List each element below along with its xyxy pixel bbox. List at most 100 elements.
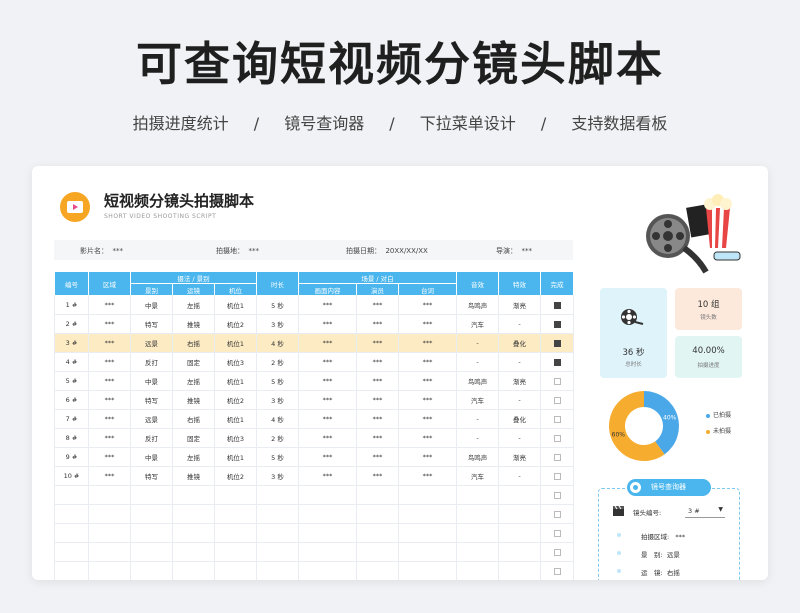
table-row: 4 # *** 反打 固定 机位3 2 秒 *** *** *** - -: [54, 352, 574, 372]
table-cell-empty: [54, 504, 89, 524]
table-cell-effect: -: [498, 428, 541, 448]
table-cell-empty: [54, 542, 89, 562]
duration-value: 36 秒: [622, 348, 645, 358]
checkbox-unchecked[interactable]: [553, 472, 561, 480]
meta-location: 拍摄地： ***: [216, 247, 259, 255]
table-cell-empty: [214, 561, 257, 580]
checkbox-checked[interactable]: [553, 339, 561, 347]
table-cell-sound: 鸟鸣声: [456, 447, 499, 467]
table-cell-empty: [298, 504, 357, 524]
table-cell-effect: -: [498, 314, 541, 334]
table-cell-empty: [214, 523, 257, 543]
feature-1: 拍摄进度统计: [132, 114, 229, 133]
feature-2: 镜号查询器: [284, 114, 365, 133]
table-cell-line: ***: [398, 390, 457, 410]
table-cell-actor: ***: [356, 466, 399, 486]
shot-number-select[interactable]: 3 # ▼: [685, 504, 725, 518]
table-cell-empty: [256, 542, 299, 562]
table-cell-content: ***: [298, 428, 357, 448]
table-cell-done: [540, 466, 574, 486]
table-cell-line: ***: [398, 333, 457, 353]
table-cell-empty: [214, 504, 257, 524]
chevron-down-icon[interactable]: ▼: [718, 506, 723, 513]
header-group-scene: 场景 / 对白: [298, 271, 457, 284]
table-cell-area: ***: [88, 409, 131, 429]
table-cell-id: 9 #: [54, 447, 89, 467]
table-cell-empty: [298, 561, 357, 580]
table-cell-effect: -: [498, 466, 541, 486]
table-cell-done: [540, 295, 574, 315]
checkbox-unchecked[interactable]: [553, 491, 561, 499]
table-cell-empty: [540, 504, 574, 524]
table-cell-move: 固定: [172, 428, 215, 448]
table-cell-empty: [298, 542, 357, 562]
header-content: 画面内容: [298, 283, 357, 296]
meta-director: 导演： ***: [496, 247, 532, 255]
checkbox-unchecked[interactable]: [553, 415, 561, 423]
table-cell-area: ***: [88, 428, 131, 448]
header-group-camera: 摄法 / 景别: [130, 271, 257, 284]
checkbox-unchecked[interactable]: [553, 434, 561, 442]
header-done: 完成: [540, 271, 574, 296]
checkbox-unchecked[interactable]: [553, 510, 561, 518]
table-cell-empty: [398, 485, 457, 505]
duration-label: 总时长: [625, 362, 642, 368]
table-cell-done: [540, 390, 574, 410]
table-cell-empty: [130, 561, 173, 580]
table-cell-shot: 特写: [130, 390, 173, 410]
table-cell-done: [540, 409, 574, 429]
count-label: 镜头数: [700, 315, 717, 321]
bullet-icon: [617, 569, 621, 573]
table-cell-content: ***: [298, 295, 357, 315]
checkbox-unchecked[interactable]: [553, 548, 561, 556]
table-cell-empty: [298, 485, 357, 505]
table-row: 9 # *** 中景 左摇 机位1 5 秒 *** *** *** 鸟鸣声 渐亮: [54, 447, 574, 467]
table-cell-move: 推镜: [172, 390, 215, 410]
table-cell-pos: 机位3: [214, 352, 257, 372]
donut-label-1: 60%: [612, 431, 626, 438]
table-cell-empty: [172, 504, 215, 524]
table-cell-empty: [498, 523, 541, 543]
table-cell-content: ***: [298, 371, 357, 391]
table-cell-area: ***: [88, 333, 131, 353]
finder-title-pill: 镜号查询器: [627, 479, 711, 496]
table-cell-line: ***: [398, 314, 457, 334]
table-cell-actor: ***: [356, 352, 399, 372]
checkbox-unchecked[interactable]: [553, 529, 561, 537]
table-cell-shot: 远景: [130, 333, 173, 353]
table-cell-dur: 3 秒: [256, 314, 299, 334]
table-cell-dur: 5 秒: [256, 447, 299, 467]
table-cell-empty: [398, 542, 457, 562]
table-cell-dur: 2 秒: [256, 352, 299, 372]
table-row-empty: [54, 523, 574, 543]
table-cell-empty: [54, 523, 89, 543]
checkbox-checked[interactable]: [553, 358, 561, 366]
table-cell-move: 左摇: [172, 295, 215, 315]
header-actor: 演员: [356, 283, 399, 296]
checkbox-checked[interactable]: [553, 301, 561, 309]
checkbox-unchecked[interactable]: [553, 567, 561, 575]
shot-finder: 镜号查询器 镜头编号: 3 # ▼ 拍摄区域: *** 景 别: 远景 运 镜:…: [598, 479, 740, 580]
table-cell-move: 推镜: [172, 466, 215, 486]
table-cell-done: [540, 333, 574, 353]
table-cell-line: ***: [398, 428, 457, 448]
table-cell-content: ***: [298, 314, 357, 334]
table-cell-empty: [498, 561, 541, 580]
header-duration: 时长: [256, 271, 299, 296]
progress-label: 拍摄进度: [697, 363, 720, 369]
table-cell-content: ***: [298, 409, 357, 429]
checkbox-unchecked[interactable]: [553, 377, 561, 385]
header-id: 编号: [54, 271, 89, 296]
checkbox-unchecked[interactable]: [553, 453, 561, 461]
finder-select-label: 镜头编号:: [633, 509, 662, 517]
table-cell-empty: [498, 504, 541, 524]
table-cell-empty: [214, 485, 257, 505]
meta-bar: 影片名： *** 拍摄地： *** 拍摄日期： 20XX/XX/XX 导演： *…: [54, 240, 573, 260]
table-row: 2 # *** 特写 推镜 机位2 3 秒 *** *** *** 汽车 -: [54, 314, 574, 334]
table-cell-shot: 远景: [130, 409, 173, 429]
table-cell-sound: 鸟鸣声: [456, 371, 499, 391]
checkbox-unchecked[interactable]: [553, 396, 561, 404]
table-cell-empty: [256, 561, 299, 580]
select-value: 3 #: [688, 507, 700, 515]
checkbox-checked[interactable]: [553, 320, 561, 328]
